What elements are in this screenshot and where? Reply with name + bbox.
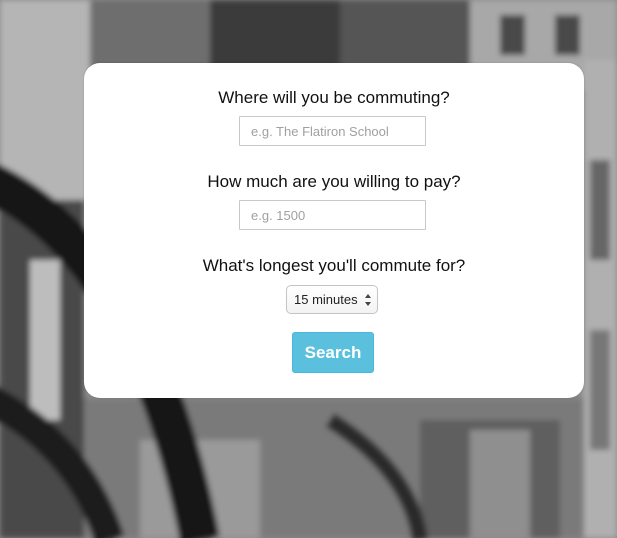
- max-commute-time-label: What's longest you'll commute for?: [202, 256, 466, 275]
- max-price-label: How much are you willing to pay?: [207, 172, 461, 191]
- commute-destination-input[interactable]: [239, 116, 426, 146]
- search-form-card: Where will you be commuting? How much ar…: [84, 63, 584, 398]
- commute-destination-label: Where will you be commuting?: [218, 88, 450, 107]
- commute-time-selected-value: 15 minutes: [294, 292, 358, 307]
- search-button[interactable]: Search: [292, 332, 374, 373]
- max-price-input[interactable]: [239, 200, 426, 230]
- commute-time-select[interactable]: 15 minutes: [286, 285, 378, 314]
- updown-chevron-icon: [365, 294, 371, 306]
